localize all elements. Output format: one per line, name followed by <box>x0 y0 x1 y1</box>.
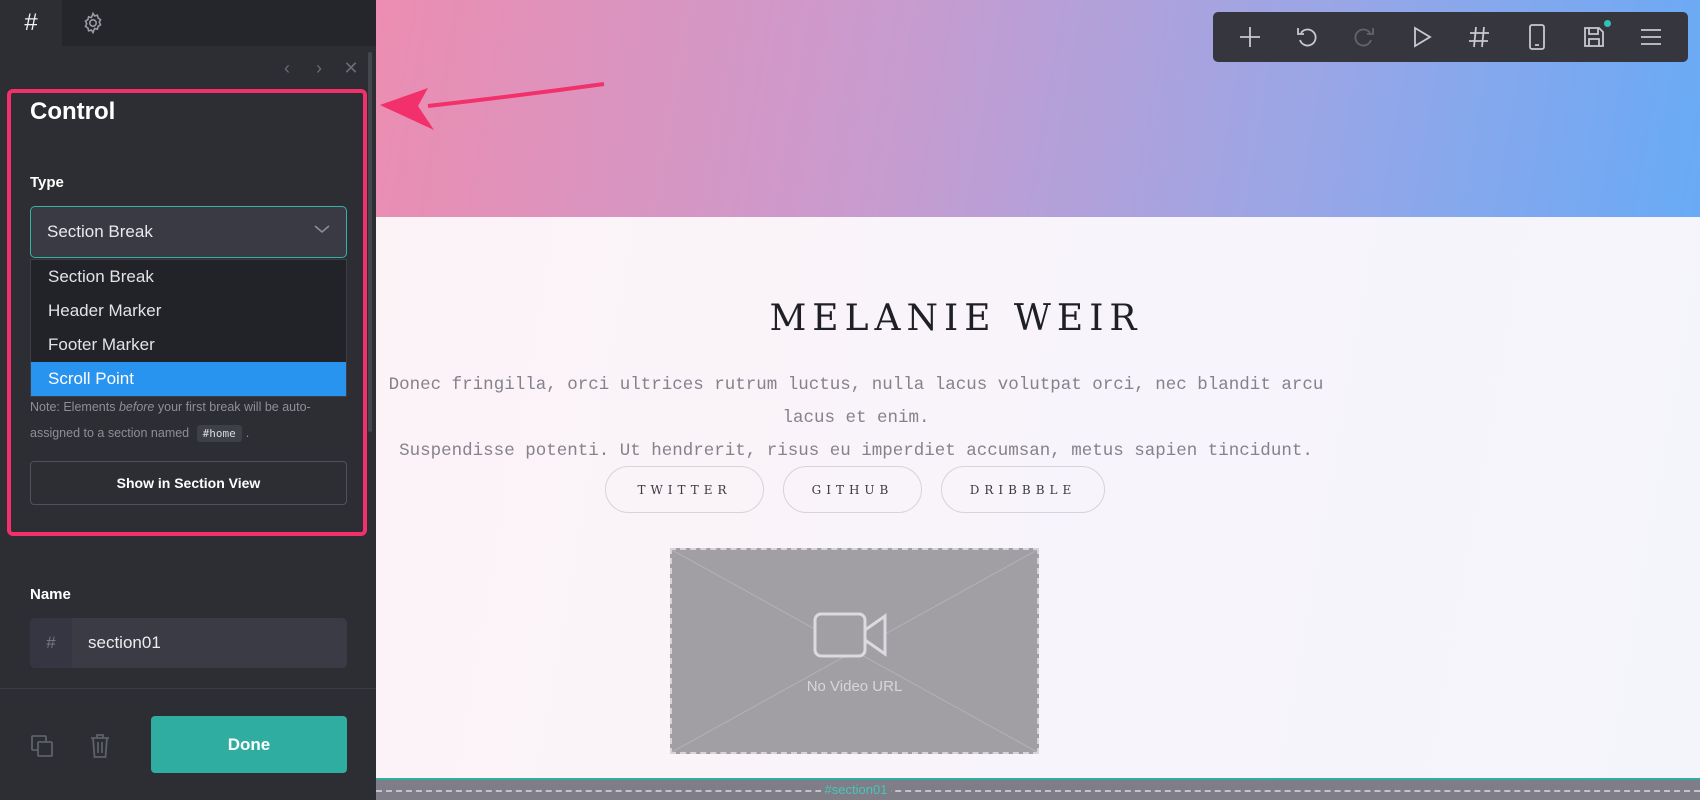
video-camera-icon <box>813 612 887 658</box>
preview-button[interactable] <box>1407 22 1437 52</box>
redo-icon <box>1354 28 1375 47</box>
type-dropdown: Section Break Header Marker Footer Marke… <box>30 259 347 397</box>
section-tag-label: #section01 <box>820 782 892 797</box>
section-name-value[interactable]: section01 <box>72 633 161 653</box>
gear-icon <box>84 11 102 35</box>
menu-button[interactable] <box>1636 22 1666 52</box>
twitter-button[interactable]: TWITTER <box>605 466 764 513</box>
hero-name: MELANIE WEIR <box>769 298 1143 339</box>
panel-nav: ‹ › ✕ <box>278 58 360 78</box>
mobile-icon <box>1528 24 1545 50</box>
editor-sidebar: # ‹ › ✕ Control Type Section Break Secti… <box>0 0 376 800</box>
duplicate-icon[interactable] <box>30 734 56 760</box>
add-button[interactable] <box>1235 22 1265 52</box>
hash-icon: # <box>24 9 38 36</box>
note-suffix: . <box>245 426 250 440</box>
section-tag: #section01 <box>376 782 1336 797</box>
social-links: TWITTER GITHUB DRIBBBLE <box>605 466 1105 513</box>
hero-text-line-2: Suspendisse potenti. Ut hendrerit, risus… <box>399 441 1313 461</box>
video-placeholder[interactable]: No Video URL <box>670 548 1039 754</box>
type-label: Type <box>30 174 64 191</box>
sidebar-scrollbar[interactable] <box>368 52 372 432</box>
play-icon <box>1413 26 1432 48</box>
note-emphasis: before <box>118 400 155 414</box>
mobile-view-button[interactable] <box>1522 22 1552 52</box>
section-name-field[interactable]: # section01 <box>30 618 347 668</box>
sidebar-divider <box>0 688 376 689</box>
trash-icon[interactable] <box>88 733 112 759</box>
hero-text-line-1: Donec fringilla, orci ultrices rutrum lu… <box>388 375 1324 428</box>
done-button[interactable]: Done <box>151 716 347 773</box>
redo-button[interactable] <box>1349 22 1379 52</box>
save-button[interactable] <box>1579 20 1611 52</box>
hero-description: Donec fringilla, orci ultrices rutrum lu… <box>376 369 1336 468</box>
plus-icon <box>1239 27 1260 47</box>
name-label: Name <box>30 586 71 603</box>
save-icon <box>1584 27 1604 47</box>
chevron-left-icon[interactable]: ‹ <box>278 58 296 78</box>
unsaved-indicator <box>1603 20 1611 27</box>
hash-icon <box>1469 26 1490 48</box>
undo-button[interactable] <box>1292 22 1322 52</box>
video-placeholder-label: No Video URL <box>806 678 903 695</box>
note-code: #home <box>196 425 242 442</box>
panel-title: Control <box>30 98 116 125</box>
dropdown-option-footer-marker[interactable]: Footer Marker <box>31 328 346 362</box>
note-text: Note: Elements <box>30 400 119 414</box>
github-button[interactable]: GITHUB <box>783 466 922 513</box>
close-icon[interactable]: ✕ <box>342 58 360 78</box>
tab-sections[interactable]: # <box>0 0 62 46</box>
dribbble-button[interactable]: DRIBBBLE <box>941 466 1105 513</box>
chevron-right-icon[interactable]: › <box>310 58 328 78</box>
editor-toolbar <box>1213 12 1688 62</box>
undo-icon <box>1297 28 1317 47</box>
show-in-section-view-button[interactable]: Show in Section View <box>30 461 347 505</box>
type-select-value: Section Break <box>47 222 153 241</box>
tab-settings[interactable] <box>62 0 124 46</box>
type-select[interactable]: Section Break <box>30 206 347 258</box>
sidebar-tabs: # <box>0 0 376 46</box>
menu-icon <box>1641 29 1662 45</box>
section-note: Note: Elements before your first break w… <box>30 394 345 447</box>
dropdown-option-section-break[interactable]: Section Break <box>31 260 346 294</box>
sections-button[interactable] <box>1464 22 1494 52</box>
chevron-down-icon <box>314 225 330 234</box>
section-divider-bar[interactable]: #section01 <box>376 778 1700 800</box>
dropdown-option-scroll-point[interactable]: Scroll Point <box>31 362 346 396</box>
name-prefix: # <box>30 618 72 668</box>
annotation-arrow <box>380 82 605 130</box>
dropdown-option-header-marker[interactable]: Header Marker <box>31 294 346 328</box>
